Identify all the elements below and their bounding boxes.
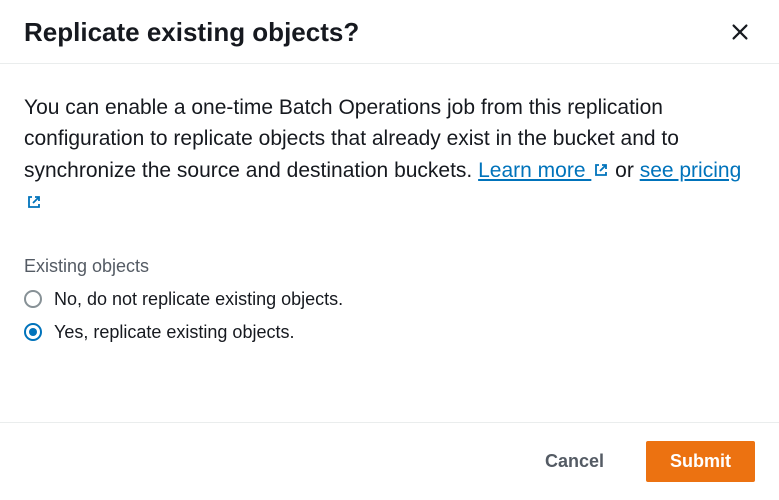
modal-footer: Cancel Submit	[0, 422, 779, 500]
description-text: You can enable a one-time Batch Operatio…	[24, 92, 755, 220]
radio-label-yes: Yes, replicate existing objects.	[54, 322, 294, 343]
modal-title: Replicate existing objects?	[24, 16, 359, 49]
replicate-objects-modal: Replicate existing objects? You can enab…	[0, 0, 779, 500]
close-button[interactable]	[725, 17, 755, 47]
modal-body: You can enable a one-time Batch Operatio…	[0, 64, 779, 423]
desc-part2: or	[609, 159, 639, 182]
radio-icon	[24, 290, 42, 308]
cancel-button[interactable]: Cancel	[521, 441, 628, 482]
learn-more-link[interactable]: Learn more	[478, 159, 609, 182]
radio-label-no: No, do not replicate existing objects.	[54, 289, 343, 310]
section-label: Existing objects	[24, 256, 755, 277]
external-link-icon	[593, 156, 609, 188]
radio-icon	[24, 323, 42, 341]
submit-button[interactable]: Submit	[646, 441, 755, 482]
modal-header: Replicate existing objects?	[0, 0, 779, 64]
radio-option-no[interactable]: No, do not replicate existing objects.	[24, 289, 755, 310]
close-icon	[729, 31, 751, 46]
radio-option-yes[interactable]: Yes, replicate existing objects.	[24, 322, 755, 343]
external-link-icon	[26, 188, 42, 220]
existing-objects-section: Existing objects No, do not replicate ex…	[24, 256, 755, 343]
